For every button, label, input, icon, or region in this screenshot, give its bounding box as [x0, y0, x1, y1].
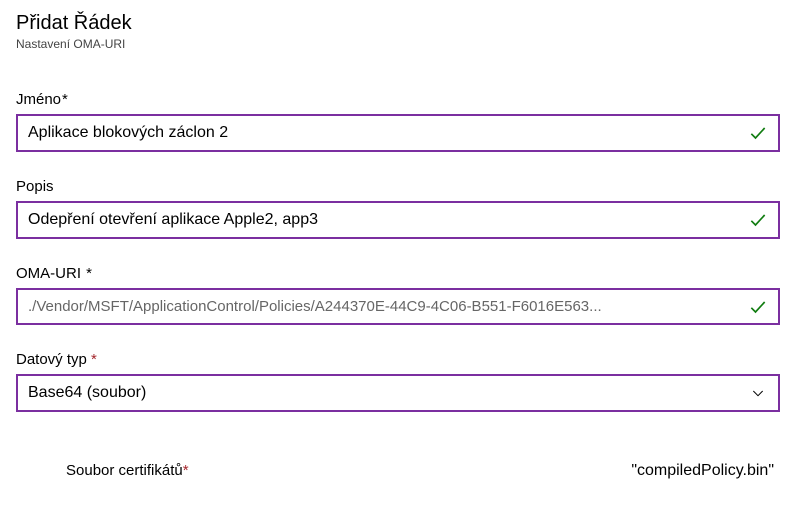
description-label: Popis: [16, 178, 780, 195]
chevron-down-icon: [750, 385, 766, 401]
check-icon: [748, 297, 768, 317]
omauri-input[interactable]: [18, 290, 778, 323]
description-input[interactable]: [18, 203, 778, 237]
name-input-wrapper: [16, 114, 780, 152]
datatype-value: Base64 (soubor): [18, 376, 778, 410]
omauri-label: OMA-URI: [16, 265, 780, 282]
omauri-input-wrapper: [16, 288, 780, 325]
check-icon: [748, 123, 768, 143]
datatype-label: Datový typ: [16, 351, 780, 368]
certificate-file-label: Soubor certifikátů*: [66, 462, 189, 479]
name-input[interactable]: [18, 116, 778, 150]
page-title: Přidat Řádek: [16, 12, 780, 35]
name-label: Jméno: [16, 91, 780, 108]
datatype-select[interactable]: Base64 (soubor): [16, 374, 780, 412]
description-input-wrapper: [16, 201, 780, 239]
certificate-file-value: "compiledPolicy.bin": [631, 462, 774, 480]
page-subtitle: Nastavení OMA-URI: [16, 37, 780, 51]
check-icon: [748, 210, 768, 230]
